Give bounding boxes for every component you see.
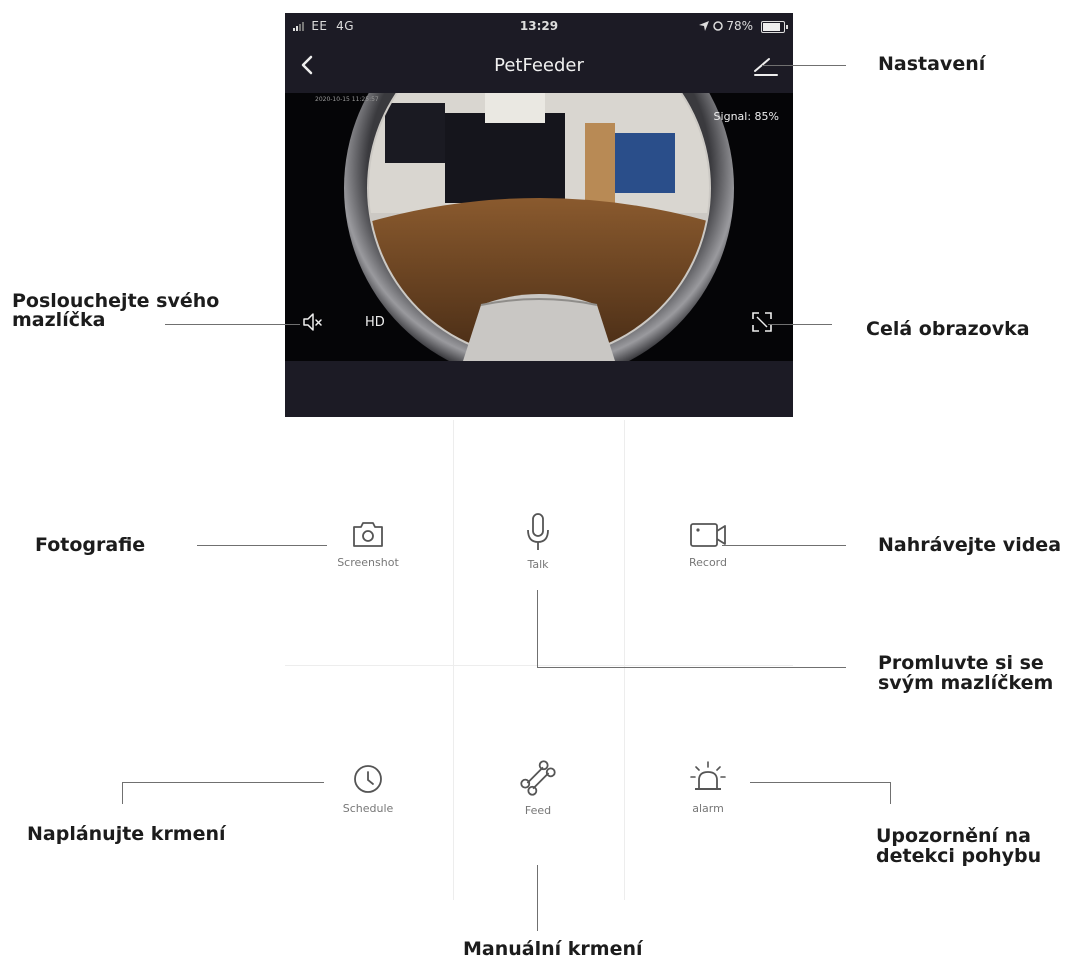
alarm-button[interactable]: alarm xyxy=(648,760,768,815)
status-right: 78% xyxy=(698,19,753,33)
annotation-photo: Fotografie xyxy=(35,534,146,556)
schedule-button[interactable]: Schedule xyxy=(308,762,428,815)
camera-icon xyxy=(353,522,383,547)
grid-divider xyxy=(285,665,793,666)
video-timestamp: 2020-10-15 11:25:57 xyxy=(315,96,379,103)
battery-percent: 78% xyxy=(726,19,753,33)
grid-divider xyxy=(453,420,454,900)
settings-icon xyxy=(754,58,778,76)
alarm-clock-icon xyxy=(712,21,723,31)
battery-icon xyxy=(761,21,788,33)
mute-speaker-icon xyxy=(303,313,322,331)
record-label: Record xyxy=(688,556,727,569)
annotation-listen-line2: mazlíčka xyxy=(12,309,106,331)
signal-strength: Signal: 85% xyxy=(713,110,779,123)
annotation-line xyxy=(768,324,832,325)
phone-screen: EE 4G 13:29 78% PetFeeder 2020-10-15 11:… xyxy=(285,13,793,417)
schedule-label: Schedule xyxy=(342,802,394,815)
camera-view-image xyxy=(344,93,734,361)
hd-toggle-button[interactable]: HD xyxy=(365,315,385,330)
annotation-talk-line2: svým mazlíčkem xyxy=(878,672,1054,694)
alarm-light-icon xyxy=(690,761,726,790)
fullscreen-button[interactable] xyxy=(751,311,773,333)
annotation-line xyxy=(722,545,846,546)
microphone-icon xyxy=(527,513,549,550)
annotation-schedule-feeding: Naplánujte krmení xyxy=(27,823,226,845)
screenshot-label: Screenshot xyxy=(337,556,399,569)
annotation-settings: Nastavení xyxy=(878,53,986,75)
settings-button[interactable] xyxy=(751,53,781,79)
annotation-line xyxy=(122,782,123,804)
annotation-fullscreen: Celá obrazovka xyxy=(866,318,1030,340)
annotation-line xyxy=(537,590,538,668)
annotation-motion-line2: detekci pohybu xyxy=(876,845,1042,867)
feed-button[interactable]: Feed xyxy=(478,758,598,817)
status-bar: EE 4G 13:29 78% xyxy=(285,13,793,39)
screenshot-button[interactable]: Screenshot xyxy=(308,518,428,569)
nav-bar: PetFeeder xyxy=(285,39,793,91)
feed-label: Feed xyxy=(524,804,552,817)
annotation-line xyxy=(890,782,891,804)
grid-divider xyxy=(624,420,625,900)
annotation-record-videos: Nahrávejte videa xyxy=(878,534,1062,556)
location-arrow-icon xyxy=(698,21,709,31)
record-button[interactable]: Record xyxy=(648,518,768,569)
video-feed[interactable]: 2020-10-15 11:25:57 Signal: 85% HD xyxy=(285,93,793,361)
annotation-line xyxy=(762,65,846,66)
fullscreen-icon xyxy=(752,312,772,332)
alarm-label: alarm xyxy=(692,802,724,815)
annotation-talk-line1: Promluvte si se xyxy=(878,652,1044,674)
mute-button[interactable] xyxy=(301,311,325,333)
talk-label: Talk xyxy=(527,558,549,571)
annotation-line xyxy=(165,324,300,325)
annotation-line xyxy=(537,865,538,931)
annotation-line xyxy=(750,782,891,783)
clock-icon xyxy=(354,765,382,793)
annotation-line xyxy=(122,782,324,783)
annotation-manual-feeding: Manuální krmení xyxy=(463,938,643,960)
bone-icon xyxy=(520,760,556,796)
talk-button[interactable]: Talk xyxy=(478,512,598,571)
annotation-line xyxy=(197,545,327,546)
annotation-line xyxy=(537,667,846,668)
page-title: PetFeeder xyxy=(494,55,584,76)
annotation-motion-line1: Upozornění na xyxy=(876,825,1031,847)
